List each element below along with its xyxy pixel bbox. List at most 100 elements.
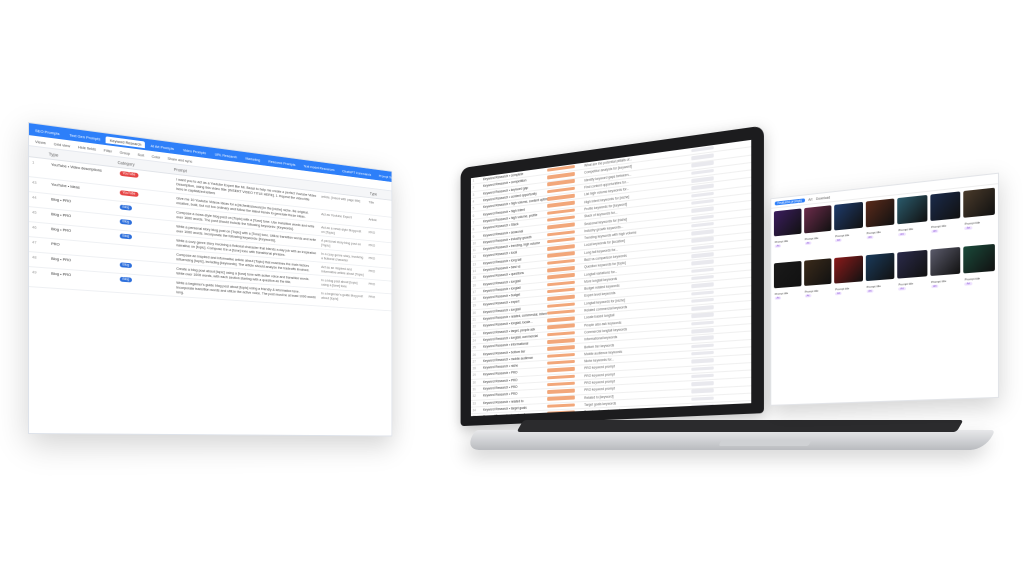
category-chip-fill xyxy=(547,265,575,273)
gallery-tab[interactable]: Download xyxy=(816,195,830,200)
caption-title: Prompt title xyxy=(964,220,981,226)
toolbar-grid-view[interactable]: Grid view xyxy=(54,141,70,148)
row-number: 35 xyxy=(471,415,483,416)
gallery-caption: Prompt title Art xyxy=(930,221,960,246)
toolbar-sort[interactable]: Sort xyxy=(137,152,144,158)
type-chip-fill xyxy=(691,259,714,266)
category-chip-fill xyxy=(547,403,575,408)
row-number: 43 xyxy=(32,179,37,185)
toolbar-filter[interactable]: Filter xyxy=(104,147,112,153)
row-number: 3 xyxy=(472,192,475,197)
gallery-caption: Prompt title Art xyxy=(774,289,801,312)
gallery-thumbnail[interactable] xyxy=(803,258,832,286)
laptop-lid: 1 Keyword Research • complete What are the… xyxy=(460,125,764,427)
type-chip-fill xyxy=(691,411,714,417)
gallery-thumbnail[interactable] xyxy=(834,201,863,231)
column-header-extra[interactable] xyxy=(321,187,368,193)
category-chip xyxy=(547,388,584,394)
caption-title: Prompt title xyxy=(835,232,850,239)
type-chip-fill xyxy=(691,335,714,341)
gallery-thumbnail[interactable] xyxy=(963,187,995,218)
left-floating-panel: SEO Prompts Text Gen Prompts Keyword Resea… xyxy=(28,122,448,442)
category-chip-fill xyxy=(547,352,575,358)
row-number: 34 xyxy=(472,408,476,413)
toolbar-share-and-sync[interactable]: Share and sync xyxy=(168,155,193,163)
type-chip-fill xyxy=(691,297,714,304)
row-number: 10 xyxy=(472,241,476,246)
type-chip-fill xyxy=(691,183,714,191)
row-number: 29 xyxy=(472,373,476,378)
category-chip-fill xyxy=(547,222,575,230)
caption-tag: Art xyxy=(964,226,973,231)
type-chip-fill xyxy=(691,388,714,394)
caption-tag: Art xyxy=(964,282,973,286)
type-2-cell: PRO xyxy=(368,281,376,287)
type-chip xyxy=(691,411,722,417)
gallery-thumbnail[interactable] xyxy=(930,246,961,277)
category-chip-fill xyxy=(547,229,575,237)
gallery-thumbnail[interactable] xyxy=(930,191,961,222)
type-chip-fill xyxy=(691,176,714,183)
row-number: 12 xyxy=(472,255,476,260)
row-number: 4 xyxy=(472,199,475,204)
category-chip xyxy=(547,403,584,409)
row-number: 25 xyxy=(472,345,476,350)
toolbar-color[interactable]: Color xyxy=(152,153,161,159)
caption-title: Prompt title xyxy=(835,286,850,292)
row-number: 21 xyxy=(472,317,476,322)
category-chip-fill xyxy=(547,374,575,380)
toolbar-group[interactable]: Group xyxy=(120,149,130,155)
prompt-text: Target audience keywords xyxy=(584,413,691,417)
tab-marketing[interactable]: Marketing xyxy=(242,154,263,163)
row-number: 44 xyxy=(32,194,37,200)
category-chip-fill xyxy=(547,280,575,287)
caption-tag: Art xyxy=(835,291,842,296)
column-header-type-2[interactable]: Type xyxy=(368,191,392,198)
type-chip-fill xyxy=(691,145,714,153)
row-number: 1 xyxy=(472,178,475,183)
type-chip-fill xyxy=(691,396,714,401)
type-chip xyxy=(691,381,722,387)
keyword-name: Keyword Research • target audience xyxy=(483,412,532,417)
gallery-thumbnail[interactable] xyxy=(897,194,928,225)
caption-title: Prompt title xyxy=(774,291,789,296)
gallery-thumbnail[interactable] xyxy=(865,198,895,228)
caption-tag: Art xyxy=(804,241,812,246)
caption-tag: Art xyxy=(931,284,939,289)
type-chip-fill xyxy=(691,373,714,379)
type-chip-fill xyxy=(691,221,714,228)
caption-title: Prompt title xyxy=(898,226,914,233)
caption-title: Prompt title xyxy=(931,278,947,285)
gallery-thumbnail[interactable] xyxy=(803,205,832,234)
row-number: 31 xyxy=(472,387,476,392)
gallery-caption: Prompt title Art xyxy=(866,228,895,253)
caption-title: Prompt title xyxy=(804,288,819,294)
row-number: 19 xyxy=(472,303,476,308)
gallery-thumbnail[interactable] xyxy=(865,252,895,282)
caption-tag: Art xyxy=(804,294,812,298)
gallery-thumbnail[interactable] xyxy=(897,249,928,279)
row-number: 15 xyxy=(472,276,476,281)
toolbar-views[interactable]: Views xyxy=(35,138,46,144)
gallery-thumbnail[interactable] xyxy=(963,243,995,274)
category-chip xyxy=(547,381,584,388)
gallery-thumbnail[interactable] xyxy=(773,208,802,237)
category-chip-fill xyxy=(547,294,575,301)
caption-tag: Art xyxy=(774,244,782,248)
row-number: 32 xyxy=(472,394,476,399)
caption-tag: Art xyxy=(931,229,939,234)
category-chip xyxy=(547,374,584,381)
toolbar-hide-fields[interactable]: Hide fields xyxy=(78,144,96,151)
category-chip-fill xyxy=(547,316,575,323)
laptop-keyboard xyxy=(516,420,964,432)
category-chip xyxy=(547,410,584,416)
type-chip-fill xyxy=(691,327,714,334)
gallery-caption: Prompt title Art xyxy=(897,279,927,303)
gallery-tab[interactable]: Art xyxy=(808,197,812,201)
row-number: 2 xyxy=(472,185,475,190)
category-chip-fill xyxy=(547,381,575,387)
gallery-thumbnail[interactable] xyxy=(773,260,802,289)
gallery-tab[interactable]: Featured prompts xyxy=(774,197,805,206)
type-chip xyxy=(691,388,722,394)
gallery-thumbnail[interactable] xyxy=(834,255,863,284)
